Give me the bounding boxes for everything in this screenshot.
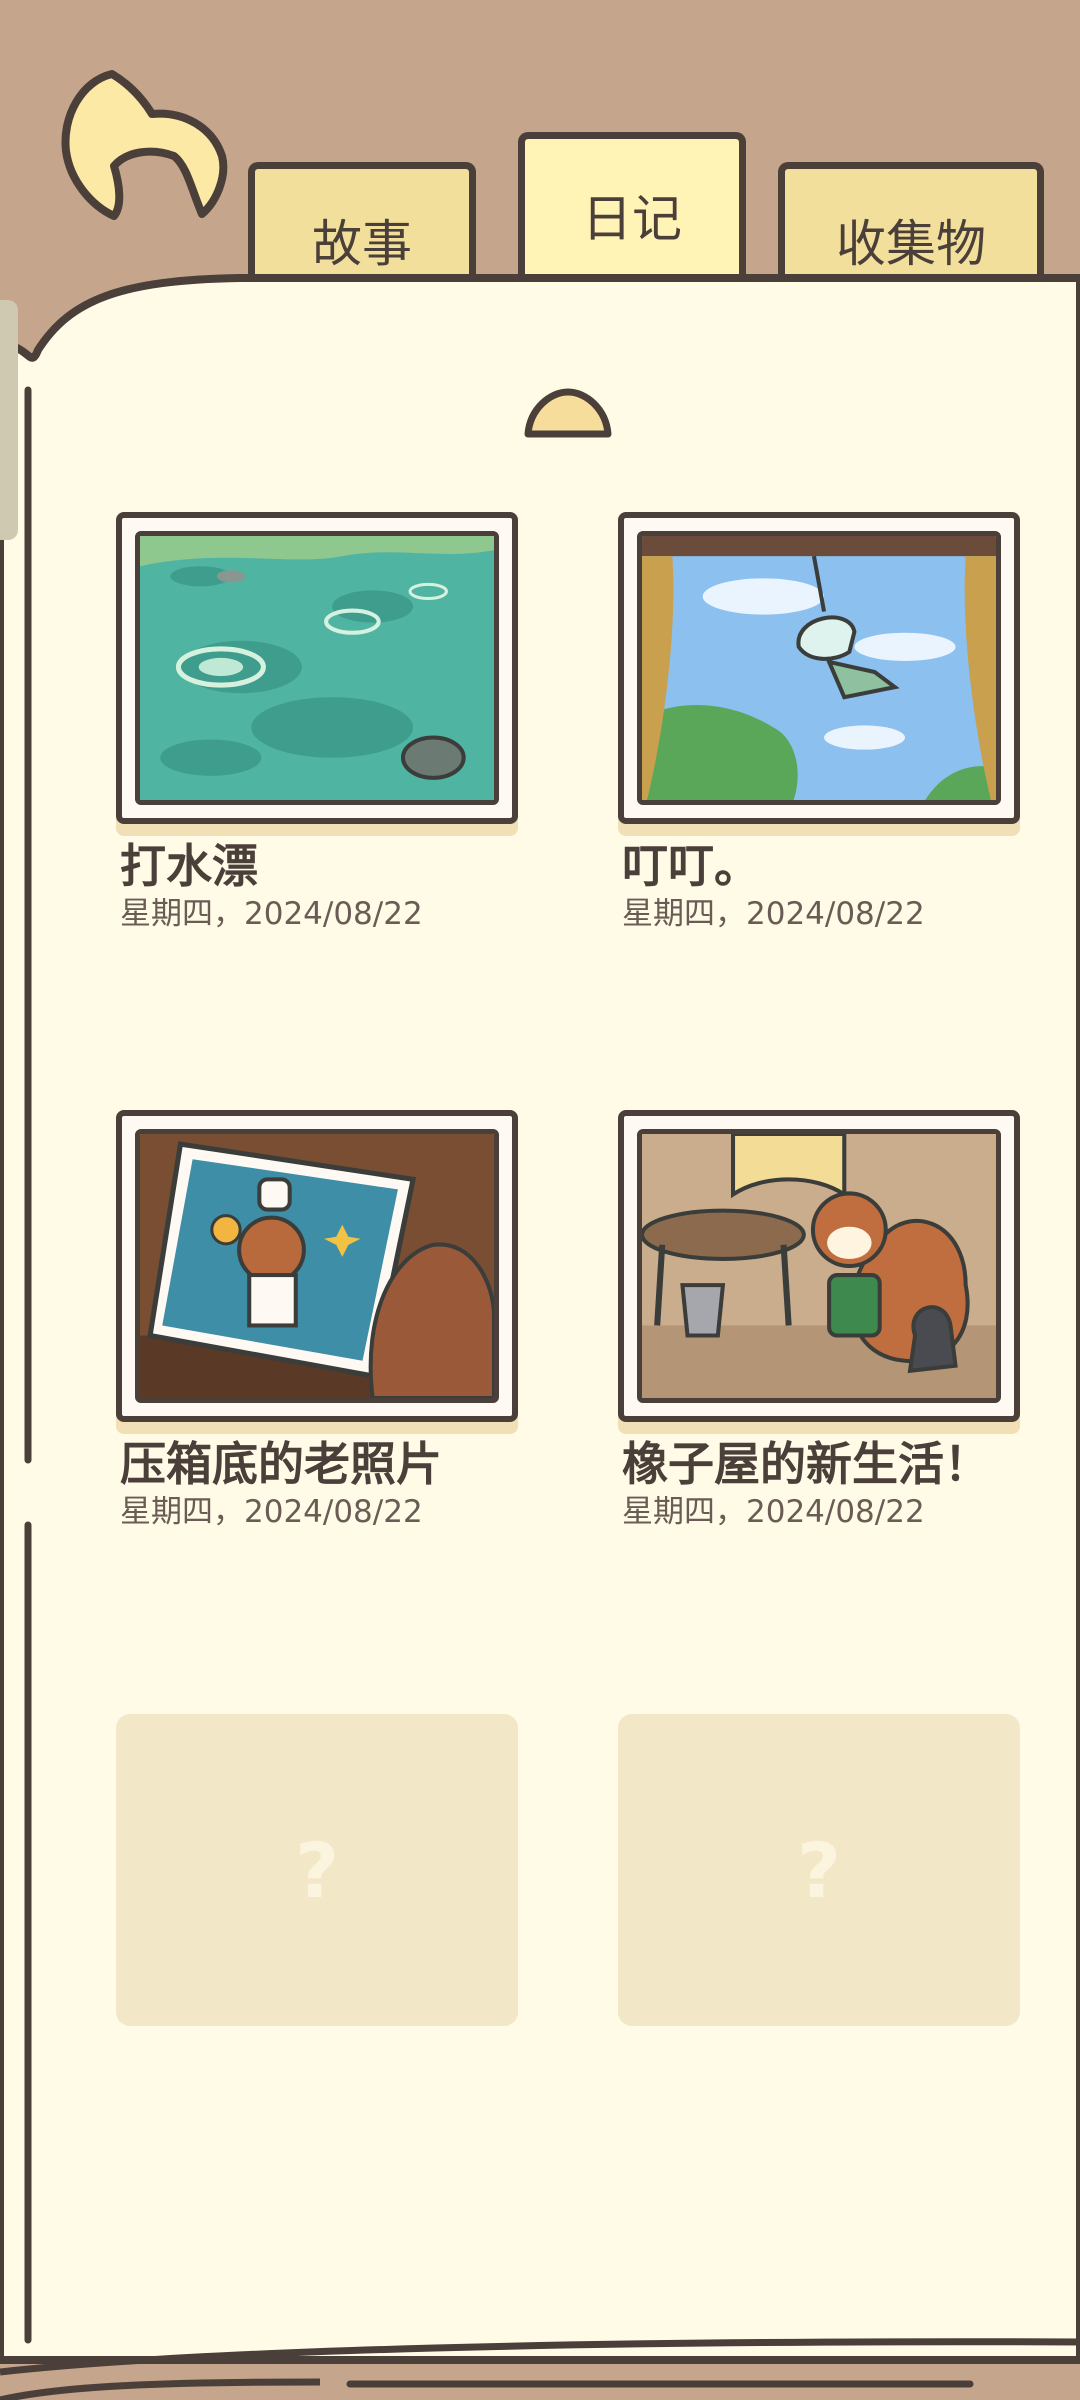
acorn-house-image	[637, 1129, 1001, 1403]
scroll-up-icon[interactable]	[520, 384, 616, 442]
entry-title: 叮叮。	[622, 839, 760, 893]
wind-chime-image	[637, 531, 1001, 805]
pond-image	[135, 531, 499, 805]
back-arrow-icon[interactable]	[52, 56, 242, 236]
entry-date: 星期四，2024/08/22	[622, 1494, 925, 1530]
scrollbar[interactable]	[0, 300, 18, 540]
entry-date: 星期四，2024/08/22	[120, 1494, 423, 1530]
entry-title: 压箱底的老照片	[120, 1437, 442, 1491]
diary-entry-card[interactable]: 叮叮。 星期四，2024/08/22	[618, 512, 1020, 934]
diary-entry-card[interactable]: 压箱底的老照片 星期四，2024/08/22	[116, 1110, 518, 1532]
locked-entry-card: ?	[618, 1714, 1020, 2026]
entry-photo[interactable]	[618, 1110, 1020, 1422]
entry-title: 打水漂	[120, 839, 258, 893]
entry-date: 星期四，2024/08/22	[622, 896, 925, 932]
locked-entry-card: ?	[116, 1714, 518, 2026]
old-photo-image	[135, 1129, 499, 1403]
entry-photo[interactable]	[116, 1110, 518, 1422]
question-mark-icon: ?	[796, 1825, 842, 1915]
tab-collectibles[interactable]: 收集物	[778, 162, 1044, 282]
entry-photo[interactable]	[116, 512, 518, 824]
entry-photo[interactable]	[618, 512, 1020, 824]
entry-date: 星期四，2024/08/22	[120, 896, 423, 932]
entry-title: 橡子屋的新生活！	[622, 1437, 990, 1491]
diary-entry-card[interactable]: 橡子屋的新生活！ 星期四，2024/08/22	[618, 1110, 1020, 1532]
tab-story[interactable]: 故事	[248, 162, 476, 282]
tab-diary[interactable]: 日记	[518, 132, 746, 282]
question-mark-icon: ?	[294, 1825, 340, 1915]
diary-entry-card[interactable]: 打水漂 星期四，2024/08/22	[116, 512, 518, 934]
